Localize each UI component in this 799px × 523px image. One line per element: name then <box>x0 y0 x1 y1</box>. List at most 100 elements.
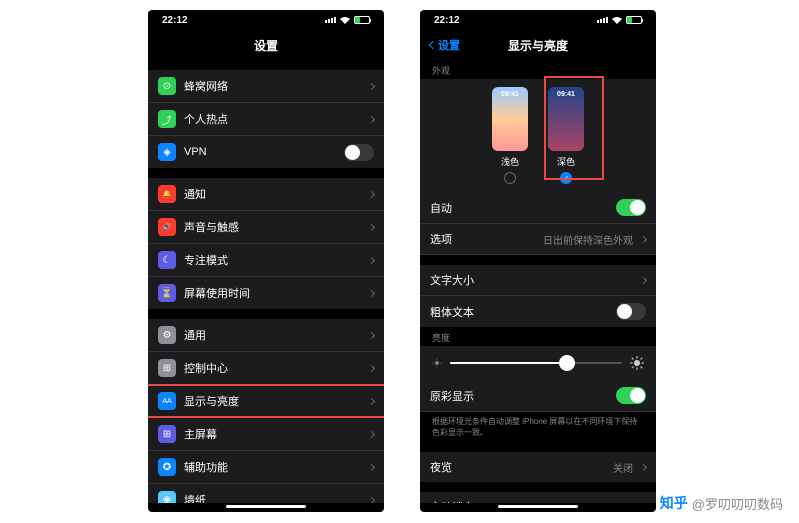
settings-row[interactable]: ◈ VPN <box>148 136 384 168</box>
appearance-section-label: 外观 <box>420 60 656 79</box>
chevron-right-icon <box>368 496 375 503</box>
text-size-row[interactable]: 文字大小 <box>420 265 656 296</box>
settings-row[interactable]: ⊙蜂窝网络 <box>148 70 384 103</box>
row-icon: 🔔 <box>158 185 176 203</box>
settings-row[interactable]: ⚙ 通用 <box>148 319 384 352</box>
chevron-right-icon <box>368 256 375 263</box>
row-label: 专注模式 <box>184 252 361 268</box>
row-icon: ◈ <box>158 143 176 161</box>
settings-row[interactable]: ⏳ 屏幕使用时间 <box>148 277 384 309</box>
settings-row[interactable]: 🔔 通知 <box>148 178 384 211</box>
row-icon: AA <box>158 392 176 410</box>
display-settings-list[interactable]: 外观 09:41 浅色 09:41 深色 自动 选项 日出前保持深色外观 <box>420 60 656 503</box>
signal-icon <box>597 17 608 23</box>
row-icon: ⏳ <box>158 284 176 302</box>
row-icon: 🔊 <box>158 218 176 236</box>
status-bar: 22:12 <box>420 10 656 30</box>
row-label: 辅助功能 <box>184 459 361 475</box>
page-title: 显示与亮度 <box>508 37 568 54</box>
chevron-right-icon <box>368 331 375 338</box>
wifi-icon <box>611 16 623 25</box>
row-icon: ⚙ <box>158 326 176 344</box>
row-label: 屏幕使用时间 <box>184 285 361 301</box>
chevron-right-icon <box>368 430 375 437</box>
toggle[interactable] <box>344 144 374 161</box>
row-icon: ⤴ <box>158 110 176 128</box>
chevron-right-icon <box>368 115 375 122</box>
chevron-right-icon <box>368 289 375 296</box>
appearance-dark-option[interactable]: 09:41 深色 <box>548 87 584 184</box>
brightness-slider[interactable] <box>450 362 622 364</box>
nav-bar: 设置 显示与亮度 <box>420 30 656 60</box>
row-label: 声音与触感 <box>184 219 361 235</box>
page-title: 设置 <box>254 37 278 54</box>
chevron-right-icon <box>368 82 375 89</box>
appearance-light-option[interactable]: 09:41 浅色 <box>492 87 528 184</box>
settings-list[interactable]: ⊙蜂窝网络 ⤴ 个人热点 ◈ VPN 🔔 通知 🔊 声音与触感 ☾ 专注模式 ⏳ 屏幕使用时间 ⚙ 通用… <box>148 60 384 503</box>
settings-row[interactable]: ☾ 专注模式 <box>148 244 384 277</box>
true-tone-description: 根据环境光条件自动调整 iPhone 屏幕以在不同环境下保持色彩显示一致。 <box>420 412 656 442</box>
nav-bar: 设置 <box>148 30 384 60</box>
settings-row[interactable]: ⊞ 主屏幕 <box>148 418 384 451</box>
bold-text-toggle[interactable] <box>616 303 646 320</box>
zhihu-logo-icon: 知乎 <box>660 493 688 513</box>
row-icon: ❀ <box>158 491 176 503</box>
true-tone-toggle[interactable] <box>616 387 646 404</box>
row-label: VPN <box>184 146 336 158</box>
auto-lock-row[interactable]: 自动锁定 <box>420 492 656 503</box>
wifi-icon <box>339 16 351 25</box>
auto-toggle[interactable] <box>616 199 646 216</box>
status-bar: 22:12 <box>148 10 384 30</box>
chevron-right-icon <box>368 364 375 371</box>
settings-row[interactable]: 🔊 声音与触感 <box>148 211 384 244</box>
row-label: 通知 <box>184 186 361 202</box>
settings-screen-left: 22:12 设置 ⊙蜂窝网络 ⤴ 个人热点 ◈ VPN 🔔 通知 🔊 声音与触感 ☾ 专注模式 ⏳ 屏… <box>148 10 384 512</box>
status-time: 22:12 <box>434 15 460 26</box>
chevron-right-icon <box>640 464 647 471</box>
row-icon: ⊙ <box>158 77 176 95</box>
home-indicator[interactable] <box>498 505 578 508</box>
back-button[interactable]: 设置 <box>430 37 460 53</box>
row-label: 墙纸 <box>184 492 361 503</box>
watermark: 知乎 @罗叨叨叨数码 <box>660 493 783 513</box>
row-label: 个人热点 <box>184 111 361 127</box>
settings-row[interactable]: ❀ 墙纸 <box>148 484 384 503</box>
options-row[interactable]: 选项 日出前保持深色外观 <box>420 224 656 255</box>
sun-small-icon <box>432 358 442 368</box>
radio-checked-icon <box>560 172 572 184</box>
battery-icon <box>626 16 642 24</box>
row-label: 主屏幕 <box>184 426 361 442</box>
chevron-right-icon <box>368 397 375 404</box>
row-icon: ✪ <box>158 458 176 476</box>
settings-row[interactable]: AA 显示与亮度 <box>148 385 384 418</box>
brightness-slider-row[interactable] <box>420 346 656 380</box>
settings-row[interactable]: ⤴ 个人热点 <box>148 103 384 136</box>
row-label: 显示与亮度 <box>184 393 361 409</box>
row-label: 通用 <box>184 327 361 343</box>
appearance-picker: 09:41 浅色 09:41 深色 <box>420 79 656 192</box>
home-indicator[interactable] <box>226 505 306 508</box>
bold-text-row[interactable]: 粗体文本 <box>420 296 656 327</box>
brightness-section-label: 亮度 <box>420 327 656 346</box>
chevron-right-icon <box>640 235 647 242</box>
dark-preview: 09:41 <box>548 87 584 151</box>
settings-row[interactable]: ⊞控制中心 <box>148 352 384 385</box>
night-shift-row[interactable]: 夜览 关闭 <box>420 452 656 482</box>
chevron-left-icon <box>429 41 437 49</box>
light-preview: 09:41 <box>492 87 528 151</box>
chevron-right-icon <box>640 276 647 283</box>
true-tone-row[interactable]: 原彩显示 <box>420 380 656 412</box>
radio-unchecked-icon <box>504 172 516 184</box>
settings-row[interactable]: ✪ 辅助功能 <box>148 451 384 484</box>
signal-icon <box>325 17 336 23</box>
row-icon: ☾ <box>158 251 176 269</box>
watermark-author: @罗叨叨叨数码 <box>692 494 783 513</box>
display-brightness-screen: 22:12 设置 显示与亮度 外观 09:41 浅色 09:41 深色 <box>420 10 656 512</box>
sun-large-icon <box>630 356 644 370</box>
status-time: 22:12 <box>162 15 188 26</box>
chevron-right-icon <box>368 190 375 197</box>
chevron-right-icon <box>368 463 375 470</box>
row-label: 控制中心 <box>184 360 361 376</box>
row-icon: ⊞ <box>158 425 176 443</box>
auto-appearance-row[interactable]: 自动 <box>420 192 656 224</box>
